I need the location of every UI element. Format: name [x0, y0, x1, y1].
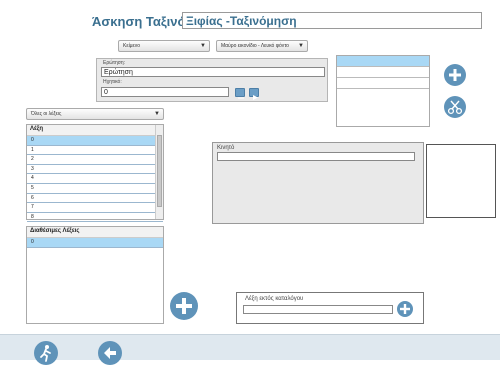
list-item[interactable]: 6	[27, 194, 163, 204]
chevron-down-icon: ▼	[200, 43, 206, 49]
words-scrollbar[interactable]	[155, 125, 163, 219]
footer-bar	[0, 334, 500, 365]
play-sound-button[interactable]	[249, 88, 259, 100]
question-field[interactable]: Ερώτηση	[101, 67, 325, 77]
level-select[interactable]: Μαύρο εικονίδιο - Λευκό φόντο ▼	[216, 40, 308, 52]
mode-select[interactable]: Κείμενο ▼	[118, 40, 210, 52]
running-man-icon	[40, 345, 51, 362]
plus-circle-icon	[400, 304, 410, 314]
words-list[interactable]: Λέξη 0 1 2 3 4 5 6 7 8	[26, 124, 164, 223]
exercise-name-field[interactable]: Ξιφίας -Ταξινόμηση	[182, 12, 482, 29]
list-item[interactable]	[337, 78, 429, 89]
list-item[interactable]: 2	[27, 155, 163, 165]
image-preview[interactable]	[426, 144, 496, 218]
add-answer-button[interactable]	[444, 64, 466, 86]
scissors-icon	[447, 100, 463, 115]
words-filter-value: Όλες οι λέξεις	[31, 111, 62, 117]
text-panel-label: Κινητό	[217, 145, 235, 151]
list-item[interactable]: 8	[27, 213, 163, 223]
add-word-button[interactable]	[170, 292, 198, 320]
arrow-left-icon	[104, 347, 116, 359]
exit-button[interactable]	[34, 341, 58, 365]
play-icon	[253, 95, 258, 100]
level-select-value: Μαύρο εικονίδιο - Λευκό φόντο	[221, 43, 289, 49]
words-list-header: Λέξη	[27, 125, 163, 136]
list-item[interactable]: 3	[27, 165, 163, 175]
sound-field[interactable]: 0	[101, 87, 229, 97]
list-item[interactable]: 0	[27, 136, 163, 146]
list-item[interactable]: 1	[27, 146, 163, 156]
question-panel: Ερώτηση: Ερώτηση Ηχητικό: 0	[96, 58, 328, 102]
question-label: Ερώτηση:	[103, 60, 126, 66]
list-item[interactable]: 4	[27, 174, 163, 184]
plus-circle-icon	[176, 298, 192, 314]
out-of-catalog-panel: Λέξη εκτός καταλόγου	[236, 292, 424, 324]
words-filter-select[interactable]: Όλες οι λέξεις ▼	[26, 108, 164, 120]
list-item[interactable]: 0	[27, 238, 163, 248]
list-item[interactable]	[337, 67, 429, 78]
available-words-list[interactable]: Διαθέσιμες Λέξεις 0	[26, 226, 164, 324]
chevron-down-icon: ▼	[154, 111, 160, 117]
chevron-down-icon: ▼	[298, 43, 304, 49]
plus-circle-icon	[449, 69, 461, 81]
add-out-of-catalog-button[interactable]	[397, 301, 413, 317]
text-field[interactable]	[217, 152, 415, 161]
text-panel: Κινητό	[212, 142, 424, 224]
browse-sound-button[interactable]	[235, 88, 245, 99]
back-button[interactable]	[98, 341, 122, 365]
list-item[interactable]: 5	[27, 184, 163, 194]
dots-icon	[238, 97, 244, 99]
sound-label: Ηχητικό:	[103, 79, 122, 85]
list-item[interactable]: 7	[27, 203, 163, 213]
available-words-header: Διαθέσιμες Λέξεις	[27, 227, 163, 238]
delete-answer-button[interactable]	[444, 96, 466, 118]
answers-list[interactable]	[336, 55, 430, 127]
scrollbar-thumb[interactable]	[157, 135, 162, 207]
out-of-catalog-field[interactable]	[243, 305, 393, 314]
out-of-catalog-label: Λέξη εκτός καταλόγου	[245, 296, 304, 302]
list-item[interactable]	[337, 56, 429, 67]
mode-select-value: Κείμενο	[123, 43, 141, 49]
